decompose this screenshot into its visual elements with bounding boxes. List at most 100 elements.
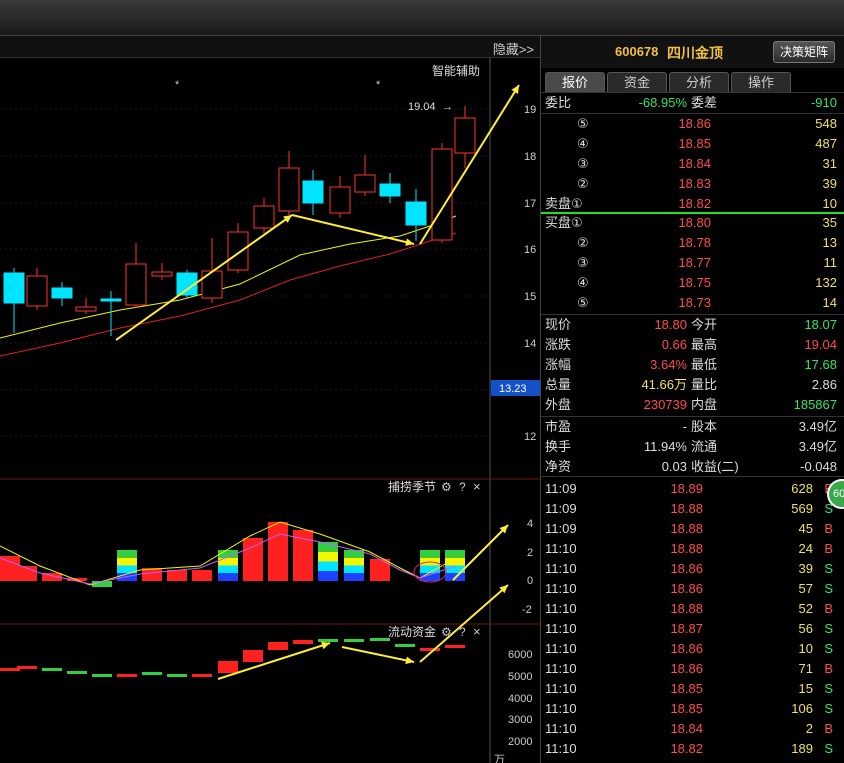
quote-panel: 600678 四川金顶 决策矩阵 报价 资金 分析 操作 委比 -68.95% … [540, 36, 844, 763]
stat-label: 股本 [691, 419, 718, 434]
stat-row: 净资 0.03 收益(二) -0.048 [541, 457, 844, 477]
ask-volume: 548 [815, 116, 837, 131]
ask-price: 18.83 [678, 176, 711, 191]
bid-price: 18.73 [678, 295, 711, 310]
kline-chart-area[interactable]: * * 智能辅助 19.04 → 19 18 17 16 15 14 12 13… [0, 58, 540, 763]
tick-row: 11:10 18.86 57 S [541, 579, 844, 599]
tick-volume: 2 [805, 721, 813, 736]
decision-matrix-button[interactable]: 决策矩阵 [773, 41, 835, 63]
indicator-bar [117, 550, 137, 558]
smart-assist-label[interactable]: 智能辅助 [432, 63, 480, 78]
help-icon[interactable]: ? [459, 625, 466, 639]
help-icon[interactable]: ? [459, 480, 466, 494]
indicator-bar [117, 557, 137, 566]
candle-body [227, 231, 249, 271]
tick-price: 18.88 [670, 541, 703, 556]
tick-row: 11:10 18.86 10 S [541, 639, 844, 659]
stat-row: 涨幅 3.64% 最低 17.68 [541, 355, 844, 375]
stat-row: 现价 18.80 今开 18.07 [541, 315, 844, 335]
indicator2-title[interactable]: 流动资金 [388, 624, 436, 639]
weicha-label: 委差 [691, 95, 718, 110]
indicator1-title[interactable]: 捕捞季节 [388, 479, 436, 494]
weicha-value: -910 [810, 95, 837, 110]
ind1-tick: 2 [527, 547, 533, 559]
close-icon[interactable]: × [473, 479, 481, 494]
bid-volume: 11 [823, 255, 838, 270]
indicator-bar [420, 550, 440, 558]
stat-label: 总量 [545, 377, 572, 392]
indicator-bar [218, 557, 238, 566]
indicator-bar [167, 570, 187, 581]
price-tick: 18 [524, 151, 536, 163]
candle-body [75, 306, 97, 312]
current-price-tag: 13.23 [499, 383, 527, 395]
tab-analysis[interactable]: 分析 [669, 72, 729, 92]
stat-label: 净资 [545, 459, 572, 474]
tick-side: S [824, 681, 833, 696]
close-icon[interactable]: × [473, 624, 481, 639]
candle-body [354, 174, 376, 193]
ind1-tick: 4 [527, 518, 533, 530]
bid-level-label: ③ [577, 255, 589, 270]
tick-time: 11:10 [545, 621, 577, 636]
indicator-bar [243, 538, 263, 581]
ask-price: 18.85 [678, 136, 711, 151]
stat-value: 19.04 [804, 337, 837, 352]
tick-time: 11:10 [545, 641, 577, 656]
ask-level-label: ⑤ [577, 116, 589, 131]
gear-icon[interactable]: ⚙ [441, 625, 452, 639]
hide-panel-button[interactable]: 隐藏>> [493, 39, 534, 58]
tab-quote[interactable]: 报价 [545, 72, 605, 92]
stat-row: 总量 41.66万 量比 2.86 [541, 375, 844, 395]
candle-body [51, 287, 73, 299]
ind2-tick: 5000 [508, 671, 532, 683]
stat-value: 185867 [793, 397, 837, 412]
ask-volume: 10 [822, 196, 837, 211]
ind1-tick: -2 [522, 604, 532, 616]
tick-price: 18.85 [670, 681, 703, 696]
candle-body [201, 270, 223, 299]
stat-value: 11.94% [643, 439, 687, 454]
indicator-bar [218, 565, 238, 574]
tick-price: 18.86 [670, 641, 703, 656]
indicator-bars-1 [0, 521, 465, 587]
fund-bar [344, 639, 364, 642]
tick-volume: 45 [798, 521, 813, 536]
tick-price: 18.82 [670, 741, 703, 756]
stat-label: 最高 [691, 337, 718, 352]
tick-row: 11:09 18.88 45 B [541, 519, 844, 539]
stat-value: 3.49亿 [798, 419, 837, 434]
bid-level-label: 买盘① [545, 215, 583, 230]
candle-body [26, 275, 48, 307]
tick-time: 11:09 [545, 481, 577, 496]
star-marker: * [376, 79, 381, 91]
tab-operation[interactable]: 操作 [731, 72, 791, 92]
annotation-arrow [291, 214, 415, 245]
tick-side: S [824, 641, 833, 656]
tab-funds[interactable]: 资金 [607, 72, 667, 92]
candle-body [405, 201, 427, 226]
arrow-right-icon: → [442, 101, 453, 113]
ask-row: 卖盘① 18.82 10 [541, 194, 844, 214]
fund-bar [293, 640, 313, 644]
stock-code: 600678 [615, 44, 659, 59]
ind2-tick: 2000 [508, 736, 532, 748]
stat-label: 外盘 [545, 397, 572, 412]
tick-side: B [824, 721, 833, 736]
fund-bar [117, 674, 137, 677]
tick-volume: 106 [791, 701, 813, 716]
ind2-unit: 万 [494, 754, 505, 763]
indicator-bar [268, 522, 288, 581]
stat-value: 3.49亿 [798, 439, 837, 454]
stat-row: 外盘 230739 内盘 185867 [541, 395, 844, 415]
stat-value: 0.66 [661, 337, 687, 352]
tick-volume: 39 [798, 561, 813, 576]
ind2-tick: 6000 [508, 649, 532, 661]
tick-volume: 628 [791, 481, 813, 496]
gear-icon[interactable]: ⚙ [441, 480, 452, 494]
indicator-bar [192, 570, 212, 581]
tick-time: 11:10 [545, 581, 577, 596]
tick-row: 11:10 18.86 71 B [541, 659, 844, 679]
weibi-row: 委比 -68.95% 委差 -910 [541, 93, 844, 113]
tick-time: 11:09 [545, 501, 577, 516]
